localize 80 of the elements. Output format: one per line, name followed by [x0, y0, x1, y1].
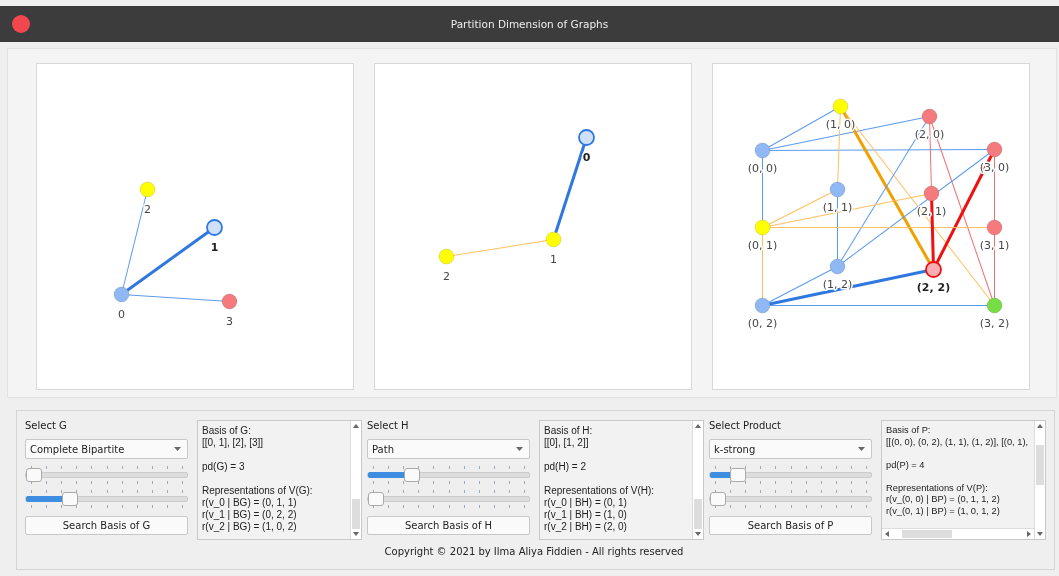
node-label: (3, 2) [979, 316, 1010, 330]
slider[interactable] [709, 487, 872, 511]
output-line: r(v_(0, 1) | BP) = (1, 0, 1, 2) [886, 505, 1000, 517]
scroll-thumb[interactable] [352, 499, 360, 529]
node-label: (0, 0) [747, 161, 778, 175]
node-label: 1 [210, 240, 219, 254]
output-line: r(v_0 | BG) = (0, 1, 1) [202, 497, 297, 509]
horizontal-scrollbar[interactable] [882, 528, 1034, 539]
output-line: pd(G) = 3 [202, 461, 245, 473]
vertical-scrollbar[interactable] [350, 421, 361, 539]
vertical-scrollbar[interactable] [692, 421, 703, 539]
graph-node[interactable] [578, 129, 595, 146]
output-line: Basis of G: [202, 425, 251, 437]
slider[interactable] [709, 463, 872, 487]
search-basis-button[interactable]: Search Basis of H [367, 516, 530, 535]
output-line: [[0], [1, 2]] [544, 437, 589, 449]
dropdown[interactable]: k-strong [709, 439, 872, 459]
node-label: 0 [118, 307, 125, 321]
caret-icon [174, 447, 181, 451]
slider[interactable] [25, 487, 188, 511]
slider[interactable] [25, 463, 188, 487]
node-label: 3 [226, 314, 233, 328]
dropdown[interactable]: Path [367, 439, 530, 459]
output-line: Representations of V(P): [886, 482, 988, 494]
node-label: (2, 2) [916, 280, 951, 294]
output-line: Basis of H: [544, 425, 593, 437]
slider[interactable] [367, 463, 530, 487]
select-label: Select Product [709, 420, 782, 433]
graph-node[interactable] [925, 261, 942, 278]
close-icon[interactable] [12, 15, 30, 33]
output-line: pd(H) = 2 [544, 461, 586, 473]
scroll-thumb[interactable] [1036, 445, 1044, 485]
scroll-thumb[interactable] [902, 530, 952, 538]
caret-icon [516, 447, 523, 451]
scroll-right-icon[interactable] [1027, 531, 1031, 537]
output-line: r(v_1 | BG) = (0, 2, 2) [202, 509, 297, 521]
slider-handle[interactable] [368, 492, 384, 506]
output-line: r(v_2 | BH) = (2, 0) [544, 521, 627, 533]
select-label: Select G [25, 420, 68, 433]
scroll-down-icon[interactable] [353, 532, 359, 536]
slider-handle[interactable] [730, 468, 747, 482]
select-label: Select H [367, 420, 410, 433]
node-label: 1 [550, 252, 557, 266]
slider[interactable] [367, 487, 530, 511]
node-label: (1, 1) [822, 200, 853, 214]
vertical-scrollbar[interactable] [1034, 421, 1045, 539]
scroll-up-icon[interactable] [695, 424, 701, 428]
copyright-text: Copyright © 2021 by Ilma Aliya Fiddien - All rights reserved [384, 546, 684, 557]
window-title: Partition Dimension of Graphs [450, 18, 609, 30]
caret-icon [858, 447, 865, 451]
scroll-up-icon[interactable] [353, 424, 359, 428]
node-label: (3, 1) [979, 238, 1010, 252]
scroll-down-icon[interactable] [1037, 532, 1043, 536]
scroll-up-icon[interactable] [1037, 424, 1043, 428]
output-line: Representations of V(H): [544, 485, 655, 497]
output-line: Basis of P: [886, 425, 931, 437]
slider-handle[interactable] [404, 468, 421, 482]
slider-handle[interactable] [62, 492, 79, 506]
search-basis-button[interactable]: Search Basis of G [25, 516, 188, 535]
output-line: Representations of V(G): [202, 485, 313, 497]
slider-handle[interactable] [710, 492, 726, 506]
node-label: 0 [582, 150, 591, 164]
output-line: pd(P) = 4 [886, 459, 925, 471]
node-label: (0, 1) [747, 238, 778, 252]
output-line: r(v_(0, 0) | BP) = (0, 1, 1, 2) [886, 494, 1000, 506]
node-label: (0, 2) [747, 316, 778, 330]
scroll-down-icon[interactable] [695, 532, 701, 536]
output-line: r(v_2 | BG) = (1, 0, 2) [202, 521, 297, 533]
scroll-left-icon[interactable] [885, 531, 889, 537]
graph-node[interactable] [206, 219, 223, 236]
scroll-thumb[interactable] [694, 499, 702, 529]
output-line: [[(0, 0), (0, 2), (1, 1), (1, 2)], [(0, 1), [886, 436, 1029, 448]
search-basis-button[interactable]: Search Basis of P [709, 516, 872, 535]
dropdown[interactable]: Complete Bipartite [25, 439, 188, 459]
output-line: [[0, 1], [2], [3]] [202, 437, 264, 449]
slider-handle[interactable] [26, 468, 42, 482]
output-line: r(v_1 | BH) = (1, 0) [544, 509, 627, 521]
node-label: 2 [144, 202, 151, 216]
node-label: 2 [443, 269, 450, 283]
output-line: r(v_0 | BH) = (0, 1) [544, 497, 627, 509]
